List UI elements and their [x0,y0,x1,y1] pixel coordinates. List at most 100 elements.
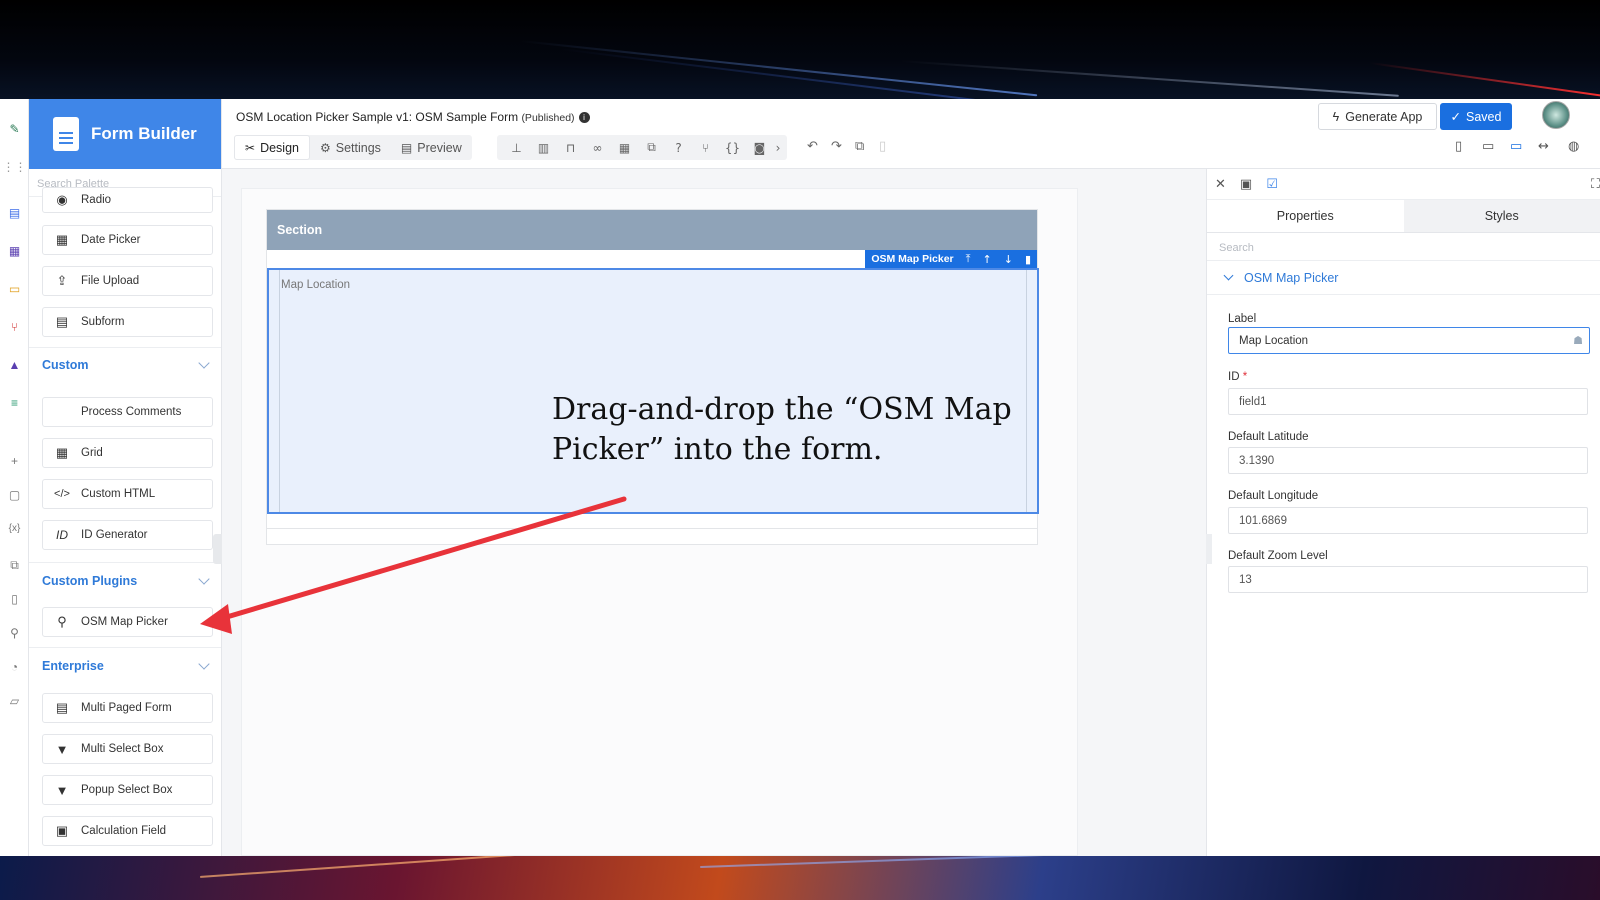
properties-search-input[interactable]: Search [1207,233,1600,261]
form-title: OSM Location Picker Sample v1: OSM Sampl… [236,110,590,124]
palette-item-calculation-field[interactable]: ▣ Calculation Field [42,816,213,846]
longitude-input[interactable]: 101.6869 [1228,507,1588,534]
move-down-icon[interactable]: ↓ [1004,253,1013,266]
palette-item-custom-html[interactable]: </> Custom HTML [42,479,213,509]
translate-icon[interactable]: ⧉ [638,140,665,155]
palette-group-custom-plugins[interactable]: Custom Plugins [42,571,214,591]
hierarchy-icon[interactable]: ⊥ [503,141,530,155]
copy-icon[interactable]: ⧉ [855,139,864,154]
palette-item-osm-map-picker[interactable]: ⚲ OSM Map Picker [42,607,213,637]
palette-item-popup-select-box[interactable]: ▼ Popup Select Box [42,775,213,805]
id-icon: ID [56,528,68,542]
add-icon[interactable]: + [5,451,24,470]
fullscreen-icon[interactable]: ⛶ [1591,177,1600,192]
zoom-input[interactable]: 13 [1228,566,1588,593]
json-icon[interactable]: {} [719,141,746,155]
form-section[interactable]: Section OSM Map Picker ⤒ ↑ ↓ ▮ Map Locat… [266,209,1039,529]
palette-resize-handle[interactable] [213,534,222,564]
undo-icon[interactable]: ↶ [807,139,818,154]
builder-icon[interactable]: ▲ [5,355,24,374]
latitude-input[interactable]: 3.1390 [1228,447,1588,474]
palette-header: Form Builder [29,99,221,169]
saved-button[interactable]: ✓ Saved [1440,103,1512,130]
variable-icon[interactable]: {x} [5,519,24,538]
more-icon[interactable]: › [773,141,783,155]
background-top [0,0,1600,99]
palette-item-date-picker[interactable]: ▦ Date Picker [42,225,213,255]
gear-icon: ⚙ [319,140,331,155]
phone-view-icon[interactable]: ▯ [1455,139,1462,154]
palette-item-id-generator[interactable]: ID ID Generator [42,520,213,550]
id-input[interactable]: field1 [1228,388,1588,415]
palette-item-grid[interactable]: ▦ Grid [42,438,213,468]
plugin-icon[interactable]: ⚲ [5,623,24,642]
form-builder-app: ✎ ⋮⋮ ▤ ▦ ▭ ⑂ ▲ ≡ + ▢ {x} ⧉ ▯ ⚲ ◔ ▱ Form … [0,99,1600,856]
apply-icon[interactable]: ☑ [1266,177,1278,192]
palette-group-custom[interactable]: Custom [42,355,214,375]
help-icon[interactable]: ? [665,141,692,155]
performance-icon[interactable]: ◔ [5,657,24,676]
tab-styles[interactable]: Styles [1403,200,1600,232]
label-input[interactable]: Map Location ☗ [1228,327,1590,354]
note-icon[interactable]: ▢ [5,485,24,504]
tab-settings[interactable]: ⚙ Settings [310,135,391,160]
tablet-view-icon[interactable]: ▭ [1482,139,1494,154]
apps-grid-icon[interactable]: ⋮⋮ [3,157,27,176]
edit-icon[interactable]: ✎ [5,119,24,138]
info-icon[interactable]: i [578,112,590,124]
id-field-label: ID * [1228,371,1248,383]
field-label: Map Location [281,279,351,291]
chevron-down-icon [198,658,210,670]
release-icon[interactable]: ▱ [5,691,24,710]
theme-icon[interactable]: ◍ [1568,139,1579,154]
palette-item-subform[interactable]: ▤ Subform [42,307,213,337]
lock-icon[interactable]: ⊓ [557,141,584,155]
tab-design[interactable]: ✂ Design [234,135,310,160]
paste-icon[interactable]: ▯ [879,139,886,154]
grid-icon: ▦ [55,445,69,460]
map-pin-icon: ⚲ [57,614,67,629]
subform-icon: ▤ [55,314,69,329]
palette-item-radio[interactable]: ◉ Radio [42,187,213,213]
delete-icon[interactable]: ▮ [1025,253,1031,266]
branch-icon[interactable]: ⑂ [692,141,719,155]
properties-resize-handle[interactable] [1206,534,1212,564]
palette-group-enterprise[interactable]: Enterprise [42,656,214,676]
form-icon[interactable]: ▤ [5,203,24,222]
form-canvas: Section OSM Map Picker ⤒ ↑ ↓ ▮ Map Locat… [241,188,1078,856]
table-icon[interactable]: ▦ [611,141,638,155]
properties-header: ✕ ▣ ☑ ⛶ [1207,169,1600,199]
document-icon[interactable]: ▯ [5,589,24,608]
tab-properties[interactable]: Properties [1207,200,1404,232]
list-icon[interactable]: ▦ [5,241,24,260]
save-icon[interactable]: ▣ [1240,177,1252,192]
desktop-view-icon[interactable]: ▭ [1510,139,1522,154]
ui-icon[interactable]: ▭ [5,279,24,298]
tutorial-annotation: Drag-and-drop the “OSM Map Picker” into … [552,392,1012,467]
translate-icon[interactable]: ☗ [1573,334,1583,347]
translate-icon[interactable]: ⧉ [5,555,24,574]
process-icon[interactable]: ⑂ [5,317,24,336]
redo-icon[interactable]: ↷ [831,139,842,154]
close-icon[interactable]: ✕ [1215,177,1226,192]
move-top-icon[interactable]: ⤒ [966,252,971,266]
palette-item-multi-paged-form[interactable]: ▤ Multi Paged Form [42,693,213,723]
palette-item-file-upload[interactable]: ⇪ File Upload [42,266,213,296]
chevron-down-icon [198,573,210,585]
palette-item-multi-select-box[interactable]: ▼ Multi Select Box [42,734,213,764]
camera-icon[interactable]: ◙ [746,141,773,155]
binoculars-icon[interactable]: ∞ [584,141,611,155]
select-icon: ▼ [55,741,69,757]
move-up-icon[interactable]: ↑ [983,253,992,266]
properties-group-osm-map-picker[interactable]: OSM Map Picker [1207,261,1600,295]
properties-icon[interactable]: ▥ [530,141,557,155]
chevron-down-icon [1223,270,1234,281]
calculator-icon: ▣ [55,823,69,838]
avatar[interactable] [1542,101,1570,129]
fit-width-icon[interactable]: ↔ [1538,139,1549,154]
datasource-icon[interactable]: ≡ [5,393,24,412]
field-type-label: OSM Map Picker [871,253,954,265]
generate-app-button[interactable]: ϟ Generate App [1318,103,1437,130]
tab-preview[interactable]: ▤ Preview [391,135,472,160]
palette-item-process-comments[interactable]: Process Comments [42,397,213,427]
